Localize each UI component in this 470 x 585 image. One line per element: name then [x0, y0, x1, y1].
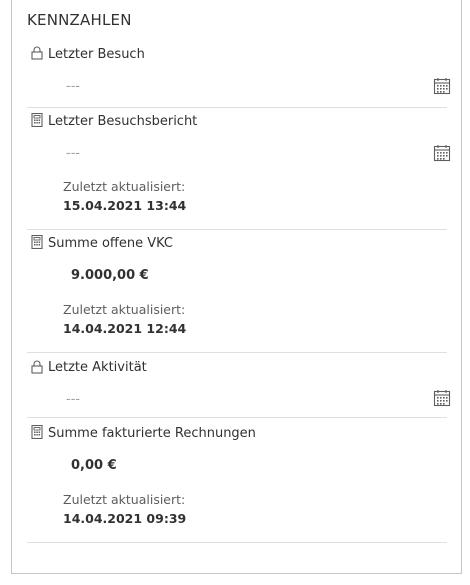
calendar-icon[interactable]: [433, 389, 451, 407]
calculator-icon: [31, 235, 43, 249]
kennzahlen-panel: KENNZAHLEN Letzter Besuch --- Letzter Be…: [11, 0, 462, 574]
field-label: Letzter Besuchsbericht: [48, 114, 198, 129]
field-value: 9.000,00 €: [71, 268, 149, 283]
calculator-icon: [31, 425, 43, 439]
field-label: Summe fakturierte Rechnungen: [48, 426, 256, 441]
calculator-icon: [31, 113, 43, 127]
field-value[interactable]: ---: [66, 146, 80, 161]
last-updated-value: 15.04.2021 13:44: [63, 198, 187, 213]
calendar-icon[interactable]: [433, 77, 451, 95]
field-value[interactable]: ---: [66, 79, 80, 94]
last-updated-label: Zuletzt aktualisiert:: [63, 179, 186, 194]
field-label: Letzter Besuch: [48, 47, 145, 62]
panel-title: KENNZAHLEN: [27, 11, 132, 29]
field-letzter-besuchsbericht: Letzter Besuchsbericht --- Zuletzt aktua…: [27, 108, 451, 230]
field-summe-offene-vkc: Summe offene VKC 9.000,00 € Zuletzt aktu…: [27, 230, 447, 353]
calendar-icon[interactable]: [433, 144, 451, 162]
field-label: Letzte Aktivität: [48, 360, 147, 375]
field-letzte-aktivitaet: Letzte Aktivität ---: [27, 353, 451, 418]
last-updated-label: Zuletzt aktualisiert:: [63, 492, 186, 507]
last-updated-value: 14.04.2021 09:39: [63, 511, 187, 526]
last-updated-value: 14.04.2021 12:44: [63, 321, 187, 336]
field-summe-fakturierte-rechnungen: Summe fakturierte Rechnungen 0,00 € Zule…: [27, 418, 447, 543]
field-letzter-besuch: Letzter Besuch ---: [27, 43, 451, 108]
lock-icon: [31, 46, 43, 60]
field-value[interactable]: ---: [66, 392, 80, 407]
field-value: 0,00 €: [71, 458, 117, 473]
last-updated-label: Zuletzt aktualisiert:: [63, 302, 186, 317]
field-label: Summe offene VKC: [48, 236, 174, 251]
lock-icon: [31, 360, 43, 374]
